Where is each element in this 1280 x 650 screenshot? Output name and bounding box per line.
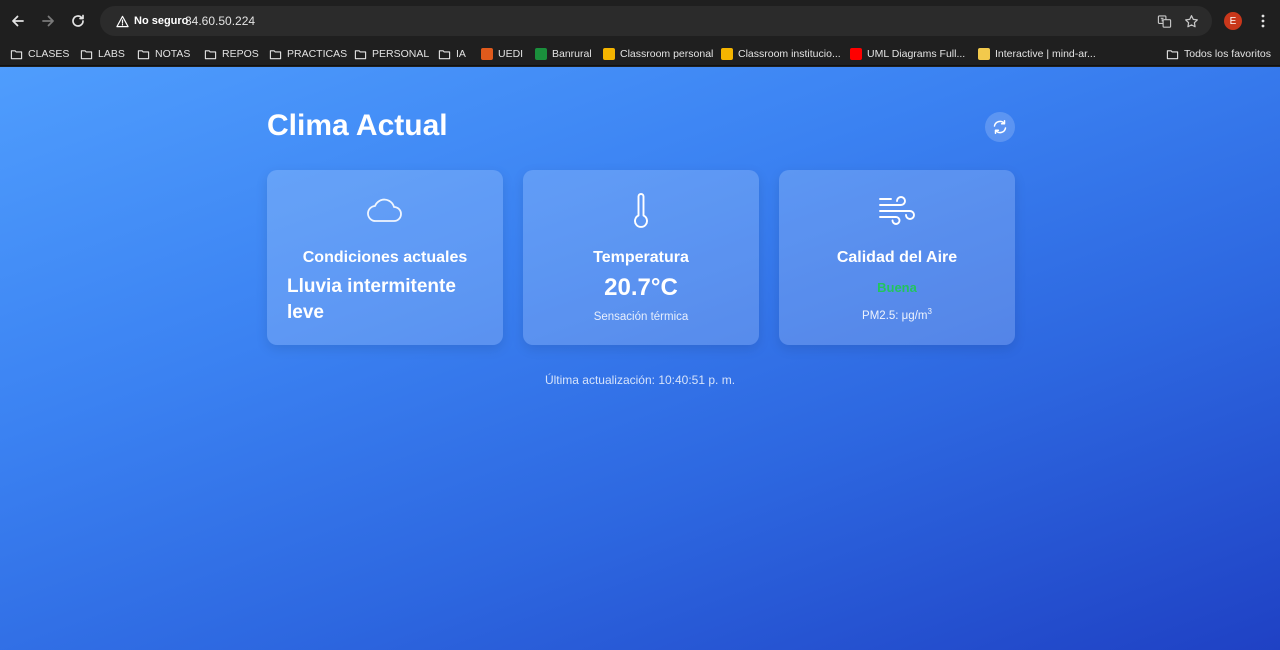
- arrow-left-icon: [12, 15, 24, 27]
- bookmark-item[interactable]: PERSONAL: [354, 45, 429, 63]
- reload-icon: [72, 14, 84, 27]
- pm25-unit-sup: 3: [927, 307, 932, 316]
- bookmark-label: Banrural: [552, 48, 592, 60]
- bookmark-item[interactable]: LABS: [80, 45, 125, 63]
- bookmark-label: Classroom institucio...: [738, 48, 841, 60]
- temperature-value: 20.7°C: [604, 274, 678, 301]
- translate-icon[interactable]: [1155, 12, 1173, 30]
- address-bar[interactable]: No seguro 34.60.50.224: [100, 6, 1212, 36]
- bookmark-item[interactable]: CLASES: [10, 45, 69, 63]
- bookmark-label: Interactive | mind-ar...: [995, 48, 1096, 60]
- folder-icon: [438, 48, 451, 61]
- bookmark-item[interactable]: Classroom institucio...: [721, 45, 841, 63]
- bookmark-label: PERSONAL: [372, 48, 430, 60]
- air-quality-status: Buena: [877, 280, 917, 295]
- folder-icon: [10, 48, 23, 61]
- page-title: Clima Actual: [267, 109, 448, 142]
- wind-icon: [779, 192, 1015, 230]
- refresh-icon: [993, 120, 1007, 134]
- conditions-title: Condiciones actuales: [302, 249, 468, 266]
- bookmark-label: NOTAS: [155, 48, 191, 60]
- feels-like-label: Sensación térmica: [593, 311, 689, 323]
- bookmark-label: UML Diagrams Full...: [867, 48, 966, 60]
- temperature-card: Temperatura 20.7°C Sensación térmica: [523, 170, 759, 345]
- arrow-right-icon: [42, 15, 54, 27]
- site-favicon: [535, 48, 547, 60]
- conditions-card: Condiciones actuales Lluvia intermitente…: [267, 170, 503, 345]
- bookmark-item[interactable]: Classroom personal: [603, 45, 713, 63]
- folder-icon: [1166, 48, 1179, 61]
- bookmark-label: REPOS: [222, 48, 259, 60]
- cloud-icon: [267, 192, 503, 230]
- star-icon[interactable]: [1182, 12, 1200, 30]
- site-favicon: [481, 48, 493, 60]
- folder-icon: [269, 48, 282, 61]
- bookmark-item[interactable]: UEDI: [481, 45, 523, 63]
- browser-toolbar: No seguro 34.60.50.224 E: [0, 0, 1280, 42]
- bookmark-item[interactable]: PRACTICAS: [269, 45, 347, 63]
- bookmark-item[interactable]: REPOS: [204, 45, 259, 63]
- back-button[interactable]: [6, 9, 30, 33]
- bookmarks-bar: CLASES LABS NOTAS REPOS PRACTICAS PERSONAL IA U…: [0, 42, 1280, 66]
- refresh-button[interactable]: [985, 112, 1015, 142]
- browser-menu-button[interactable]: [1254, 11, 1272, 31]
- bookmark-item[interactable]: Interactive | mind-ar...: [978, 45, 1096, 63]
- bookmark-label: LABS: [98, 48, 125, 60]
- forward-button[interactable]: [36, 9, 60, 33]
- reload-button[interactable]: [66, 9, 90, 33]
- folder-icon: [80, 48, 93, 61]
- pm25-text: PM2.5: μg/m: [862, 309, 928, 322]
- classroom-favicon: [721, 48, 733, 60]
- url-text[interactable]: 34.60.50.224: [185, 14, 255, 28]
- folder-icon: [137, 48, 150, 61]
- folder-icon: [354, 48, 367, 61]
- bookmark-label: IA: [456, 48, 466, 60]
- classroom-favicon: [603, 48, 615, 60]
- thermometer-icon: [523, 192, 759, 230]
- all-bookmarks-button[interactable]: Todos los favoritos: [1166, 45, 1271, 63]
- bookmark-label: UEDI: [498, 48, 524, 60]
- air-quality-card: Calidad del Aire Buena PM2.5: μg/m3: [779, 170, 1015, 345]
- bookmark-item[interactable]: UML Diagrams Full...: [850, 45, 965, 63]
- conditions-value: Lluvia intermitente leve: [287, 276, 456, 323]
- temperature-title: Temperatura: [593, 249, 689, 266]
- folder-icon: [204, 48, 217, 61]
- kebab-menu-icon: [1261, 14, 1265, 28]
- weather-page: Clima Actual Condiciones actuales Lluvia…: [0, 67, 1280, 650]
- bookmark-item[interactable]: NOTAS: [137, 45, 190, 63]
- pm25-label: PM2.5: μg/m3: [779, 307, 1015, 322]
- air-quality-title: Calidad del Aire: [836, 249, 958, 266]
- bookmark-label: Classroom personal: [620, 48, 714, 60]
- bookmark-label: CLASES: [28, 48, 70, 60]
- security-label: No seguro: [134, 15, 189, 27]
- warning-icon: [116, 15, 129, 27]
- security-chip[interactable]: No seguro: [108, 10, 196, 32]
- all-bookmarks-label: Todos los favoritos: [1184, 48, 1271, 60]
- bookmark-label: PRACTICAS: [287, 48, 348, 60]
- youtube-favicon: [850, 48, 862, 60]
- profile-avatar[interactable]: E: [1224, 12, 1242, 30]
- ar-favicon: [978, 48, 990, 60]
- bookmark-item[interactable]: Banrural: [535, 45, 592, 63]
- last-update-text: Última actualización: 10:40:51 p. m.: [544, 373, 736, 387]
- bookmark-item[interactable]: IA: [438, 45, 466, 63]
